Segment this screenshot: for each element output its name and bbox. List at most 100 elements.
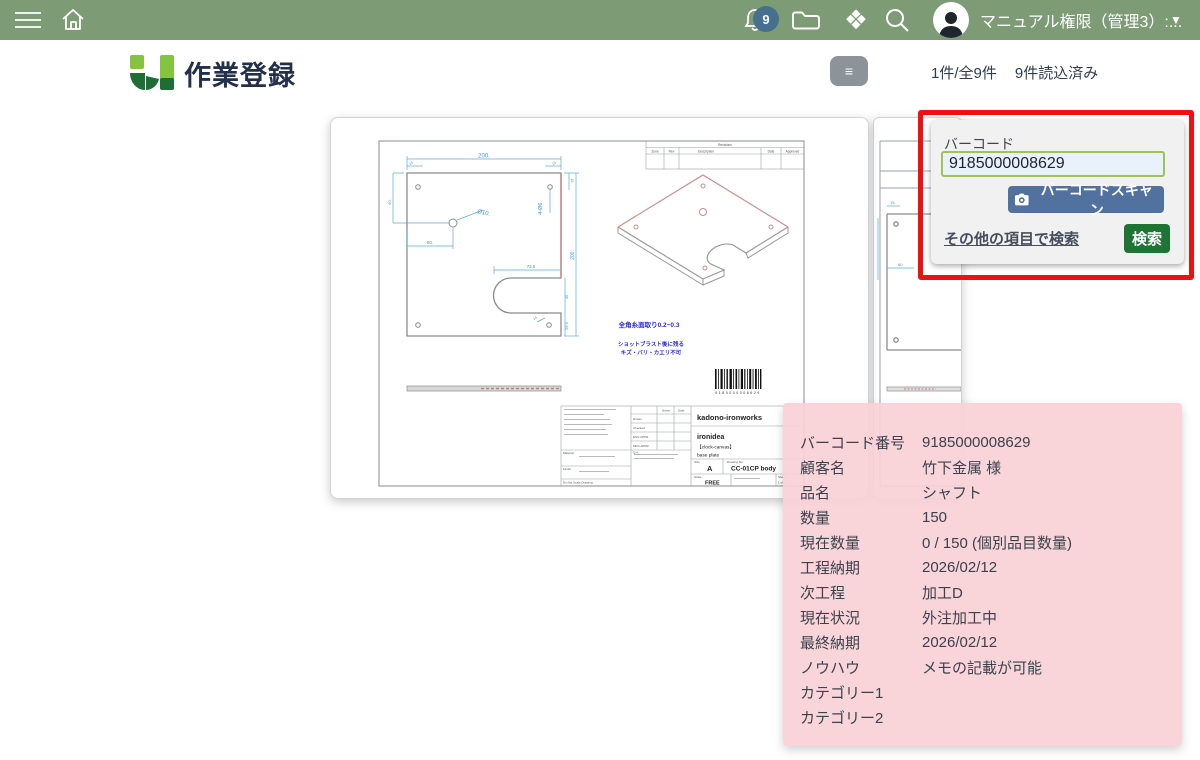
detail-row: ノウハウメモの記載が可能 bbox=[800, 655, 1182, 680]
detail-label: 品名 bbox=[800, 482, 922, 503]
tb-row: ENG APPR. bbox=[633, 435, 649, 439]
detail-value: 竹下金属 様 bbox=[922, 457, 1182, 478]
dim-label: 45 bbox=[564, 294, 569, 299]
tb-dwg-no: CC-01CP body bbox=[731, 466, 776, 473]
tb-brand: ironidea bbox=[697, 434, 724, 441]
dim-label: 200. bbox=[570, 250, 576, 260]
dim-label: 60. bbox=[387, 199, 392, 205]
detail-row: 数量150 bbox=[800, 505, 1182, 530]
note-blast-1: ショットブラスト後に残る bbox=[618, 340, 684, 348]
list-menu-button[interactable]: ≡ bbox=[830, 56, 868, 86]
notification-count-badge: 9 bbox=[753, 6, 779, 32]
plate-outline-2d bbox=[407, 173, 561, 336]
detail-label: 現在状況 bbox=[800, 607, 922, 628]
dim-label: 15. bbox=[570, 179, 574, 184]
tb-product: 【clock-canvas】 bbox=[697, 445, 734, 451]
plate-outline-iso bbox=[618, 175, 788, 285]
record-count-left: 1件/全9件 bbox=[931, 62, 997, 83]
user-role-label[interactable]: マニュアル権限（管理3）:... bbox=[980, 0, 1182, 40]
tb-scale: FREE bbox=[705, 481, 720, 487]
rev-col: Rev bbox=[669, 149, 675, 153]
top-navbar: 9 ❖ マニュアル権限（管理3）:... ▼ bbox=[0, 0, 1200, 40]
app-logo bbox=[128, 52, 176, 97]
note-chamfer: 全角糸面取り0.2~0.3 bbox=[618, 320, 680, 329]
detail-label: 現在数量 bbox=[800, 532, 922, 553]
dim-label: 26.9 bbox=[564, 321, 569, 330]
rev-col: Zone bbox=[651, 149, 658, 153]
tb-col: Name bbox=[662, 409, 670, 413]
highlight-red-frame: バーコード バーコードスキャン その他の項目で検索 検索 bbox=[918, 110, 1194, 280]
camera-icon bbox=[1014, 193, 1030, 206]
page-title: 作業登録 bbox=[184, 54, 296, 93]
detail-row: カテゴリー1 bbox=[800, 680, 1182, 705]
dim-label: 15. bbox=[890, 200, 896, 205]
note-blast-2: キズ・バリ・カエリ不可 bbox=[621, 349, 682, 357]
rev-col: Approved bbox=[786, 149, 800, 153]
home-icon[interactable] bbox=[58, 0, 88, 40]
barcode-search-panel: バーコード バーコードスキャン その他の項目で検索 検索 bbox=[931, 120, 1184, 264]
hamburger-menu-icon[interactable] bbox=[14, 0, 42, 40]
tb-part: base plate bbox=[697, 453, 719, 459]
tb-row: MFG APPR. bbox=[633, 444, 650, 448]
detail-row: 次工程加工D bbox=[800, 580, 1182, 605]
detail-value: 150 bbox=[922, 509, 1182, 526]
revisions-title: Revisions bbox=[718, 143, 732, 147]
detail-label: 次工程 bbox=[800, 582, 922, 603]
detail-value: 0 / 150 (個別品目数量) bbox=[922, 532, 1182, 553]
search-button[interactable]: 検索 bbox=[1124, 224, 1170, 253]
detail-row: 顧客名竹下金属 様 bbox=[800, 455, 1182, 480]
user-avatar[interactable] bbox=[933, 2, 969, 38]
detail-value: シャフト bbox=[922, 482, 1182, 503]
rev-col: Date bbox=[768, 149, 775, 153]
tb-size: A bbox=[707, 464, 713, 473]
detail-row: 現在状況外注加工中 bbox=[800, 605, 1182, 630]
rev-col: Description bbox=[698, 149, 714, 153]
other-search-link[interactable]: その他の項目で検索 bbox=[944, 228, 1079, 249]
detail-row: 品名シャフト bbox=[800, 480, 1182, 505]
detail-label: カテゴリー2 bbox=[800, 707, 922, 728]
tb-row: Q.A. bbox=[633, 451, 639, 455]
detail-row: 最終納期2026/02/12 bbox=[800, 630, 1182, 655]
item-detail-panel: バーコード番号9185000008629 顧客名竹下金属 様 品名シャフト 数量… bbox=[783, 403, 1182, 746]
search-icon[interactable] bbox=[882, 0, 912, 40]
detail-value: 9185000008629 bbox=[922, 434, 1182, 451]
record-count: 1件/全9件 9件読込済み bbox=[931, 62, 1098, 83]
dim-label: 200. bbox=[478, 154, 490, 160]
dropbox-icon[interactable]: ❖ bbox=[840, 0, 872, 40]
detail-label: ノウハウ bbox=[800, 657, 922, 678]
detail-row: 工程納期2026/02/12 bbox=[800, 555, 1182, 580]
detail-value: 2026/02/12 bbox=[922, 559, 1182, 576]
dim-label: 60. bbox=[898, 262, 904, 267]
detail-label: 工程納期 bbox=[800, 557, 922, 578]
barcode-scan-button[interactable]: バーコードスキャン bbox=[1008, 186, 1164, 213]
chevron-down-icon[interactable]: ▼ bbox=[1170, 0, 1182, 40]
barcode-digits: 9185000008629 bbox=[715, 391, 760, 395]
tb-row: Drawn bbox=[633, 417, 642, 421]
detail-row: カテゴリー2 bbox=[800, 705, 1182, 730]
dim-label: 15. bbox=[551, 160, 557, 166]
detail-row: 現在数量0 / 150 (個別品目数量) bbox=[800, 530, 1182, 555]
tb-note: Do Not Scale Drawing bbox=[563, 481, 593, 485]
tb-company: kadono-ironworks bbox=[697, 413, 762, 422]
dim-label: 4-Ø6. bbox=[538, 201, 544, 215]
printed-barcode: 9185000008629 bbox=[715, 369, 761, 395]
detail-label: 顧客名 bbox=[800, 457, 922, 478]
barcode-input[interactable] bbox=[941, 151, 1165, 177]
tb-material: Material bbox=[563, 451, 574, 455]
detail-value: 2026/02/12 bbox=[922, 634, 1182, 651]
folder-icon[interactable] bbox=[790, 0, 822, 40]
tb-scale-label: Scale bbox=[694, 475, 702, 479]
detail-label: 数量 bbox=[800, 507, 922, 528]
detail-value: 加工D bbox=[922, 582, 1182, 603]
detail-label: バーコード番号 bbox=[800, 432, 922, 453]
tb-dwg-label: Drawing No. bbox=[727, 460, 744, 464]
dim-label: 60. bbox=[427, 240, 433, 245]
dim-label: 72.5 bbox=[527, 264, 536, 269]
record-count-right: 9件読込済み bbox=[1015, 62, 1098, 83]
detail-value: 外注加工中 bbox=[922, 607, 1182, 628]
tb-col: Date bbox=[678, 409, 685, 413]
detail-label: 最終納期 bbox=[800, 632, 922, 653]
tb-row: Checked bbox=[633, 426, 645, 430]
detail-row: バーコード番号9185000008629 bbox=[800, 430, 1182, 455]
tb-size-label: Size bbox=[694, 460, 700, 464]
